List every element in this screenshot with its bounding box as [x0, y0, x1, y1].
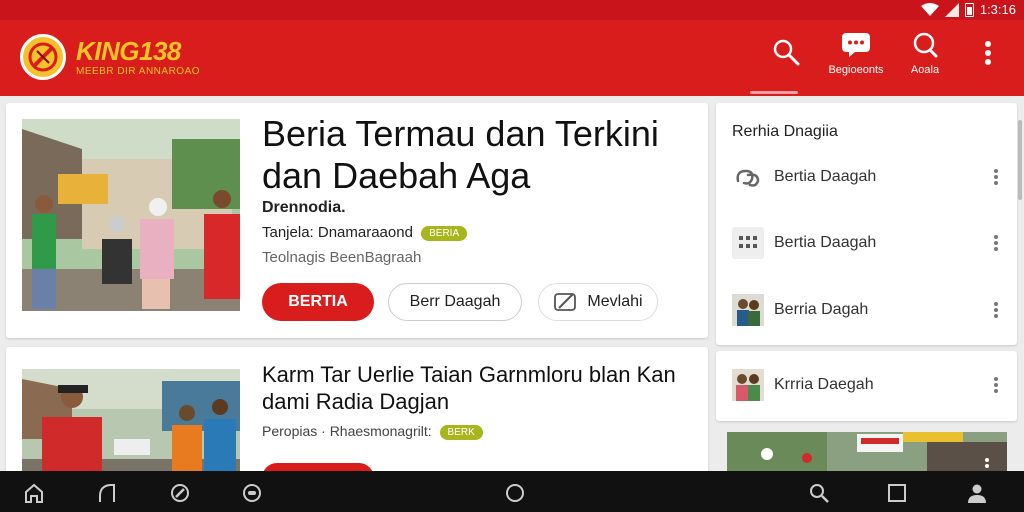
notification-label: Aoala: [910, 64, 940, 76]
read-button[interactable]: BERTIA: [262, 283, 374, 321]
article-meta: Peropias · Rhaesmonagrilt: BERK: [262, 423, 483, 440]
nav-search-button[interactable]: [808, 482, 830, 504]
notification-icon: [913, 32, 938, 58]
sidebar-item-label: Krrria Daegah: [774, 376, 874, 393]
battery-icon: [964, 2, 974, 17]
link-icon: [732, 161, 764, 193]
sidebar-item-label: Bertia Daagah: [774, 234, 877, 251]
people-photo-icon: [732, 369, 764, 401]
notification-button[interactable]: Aoala: [902, 32, 948, 76]
nav-record-button[interactable]: [241, 482, 263, 504]
bottom-nav: [0, 471, 1024, 512]
music-icon: [99, 484, 115, 502]
app-logo[interactable]: KING138 MEEBR DIR ANNAROAO: [20, 34, 200, 80]
more-vert-icon: [985, 41, 991, 65]
chat-label: Begioeonts: [828, 64, 884, 76]
sidebar-item-label: Bertia Daagah: [774, 168, 877, 185]
search-icon: [810, 484, 829, 503]
search-button[interactable]: [772, 38, 800, 72]
profile-icon: [968, 484, 986, 503]
sidebar-panel: Rerhia Dnagiia Bertia Daagah Bertia Daag…: [716, 103, 1017, 345]
search-icon: [773, 39, 800, 66]
sidebar-item[interactable]: Bertia Daagah: [732, 223, 1004, 263]
signal-icon: [944, 2, 959, 17]
tab-indicator: [750, 91, 798, 94]
article-submeta: Teolnagis BeenBagraah: [262, 249, 422, 266]
logo-title: KING138: [76, 35, 181, 66]
status-bar: 1:3:16: [0, 0, 1024, 20]
article-headline[interactable]: Beria Termau dan Terkini dan Daebah Aga: [262, 113, 702, 197]
nav-profile-button[interactable]: [966, 482, 988, 504]
article-thumbnail[interactable]: [22, 369, 240, 477]
share-label: Mevlahi: [587, 293, 643, 310]
article-headline[interactable]: Karm Tar Uerlie Taian Garnmloru blan Kan…: [262, 361, 702, 415]
logo-subtitle: MEEBR DIR ANNAROAO: [76, 65, 201, 77]
item-more-icon[interactable]: [988, 167, 1004, 187]
article-meta-text: Peropias · Rhaesmonagrilt:: [262, 423, 432, 439]
article-meta: Tanjela: Dnamaraaond BERIA: [262, 224, 468, 241]
more-button[interactable]: [978, 40, 998, 72]
sidebar-item[interactable]: Bertia Daagah: [732, 157, 1004, 197]
nav-compass-button[interactable]: [169, 482, 191, 504]
category-badge: BERK: [439, 424, 483, 440]
article-card[interactable]: Karm Tar Uerlie Taian Garnmloru blan Kan…: [6, 347, 708, 477]
sidebar-item-label: Berria Dagah: [774, 301, 869, 318]
sidebar-title: Rerhia Dnagiia: [732, 123, 838, 140]
article-meta-text: Tanjela: Dnamaraaond: [262, 224, 413, 241]
sidebar-panel: Krrria Daegah: [716, 351, 1017, 421]
sidebar-item[interactable]: Berria Dagah: [732, 290, 1004, 330]
share-button[interactable]: Mevlahi: [538, 283, 658, 321]
grid-icon: [732, 227, 764, 259]
chat-icon: [842, 33, 870, 57]
region-button[interactable]: Berr Daagah: [388, 283, 522, 321]
status-time: 1:3:16: [979, 2, 1016, 17]
square-icon: [888, 484, 906, 502]
compass-icon: [171, 484, 189, 502]
article-thumbnail[interactable]: [22, 119, 240, 311]
item-more-icon[interactable]: [988, 375, 1004, 395]
item-more-icon[interactable]: [988, 233, 1004, 253]
people-photo-icon: [732, 294, 764, 326]
sidebar-item[interactable]: Krrria Daegah: [732, 365, 1004, 405]
logo-badge-icon: [20, 34, 66, 80]
sidebar-photo[interactable]: [727, 432, 1007, 472]
scrollbar[interactable]: [1018, 120, 1022, 200]
circle-home-icon: [506, 484, 524, 502]
nav-recents-button[interactable]: [886, 482, 908, 504]
record-icon: [243, 484, 261, 502]
article-card[interactable]: Beria Termau dan Terkini dan Daebah Aga …: [6, 103, 708, 338]
pen-icon: [554, 293, 577, 311]
nav-home-button[interactable]: [23, 482, 45, 504]
app-bar: KING138 MEEBR DIR ANNAROAO Begioeonts Ao…: [0, 20, 1024, 96]
nav-center-home-button[interactable]: [504, 482, 526, 504]
chat-button[interactable]: Begioeonts: [822, 32, 890, 76]
wifi-icon: [920, 2, 939, 16]
home-icon: [25, 483, 43, 503]
nav-music-button[interactable]: [96, 482, 118, 504]
article-source: Drennodia.: [262, 199, 346, 216]
category-badge: BERIA: [421, 225, 468, 241]
item-more-icon[interactable]: [988, 300, 1004, 320]
